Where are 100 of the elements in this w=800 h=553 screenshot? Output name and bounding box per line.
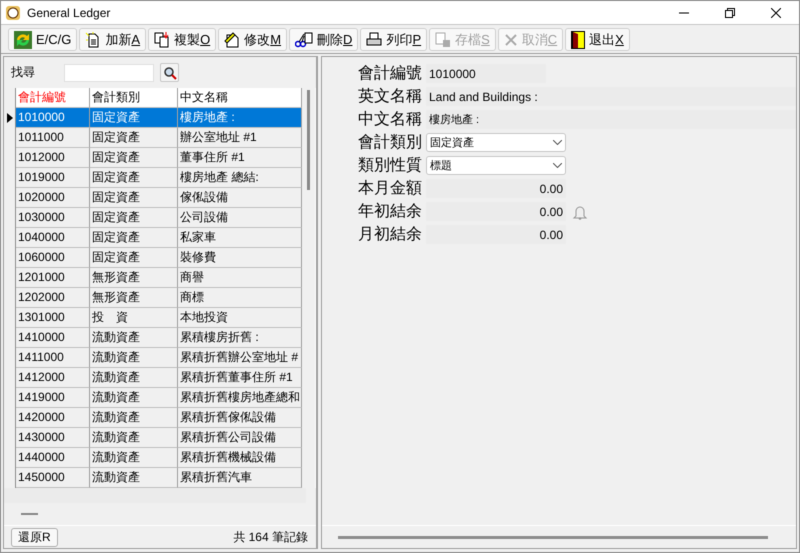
table-cell[interactable]: 固定資產	[90, 168, 178, 188]
new-document-icon	[85, 32, 102, 48]
field-label: 會計編號	[357, 64, 423, 84]
table-cell[interactable]: 固定資產	[90, 148, 178, 168]
table-cell[interactable]: 累積折舊汽車	[178, 468, 302, 488]
toolbar-button[interactable]: 修改M	[218, 28, 288, 51]
chevron-down-icon	[553, 163, 562, 168]
table-cell[interactable]: 1412000	[16, 368, 90, 388]
printer-icon	[366, 32, 382, 48]
code-field[interactable]: 1010000	[426, 64, 546, 83]
table-cell[interactable]: 本地投資	[178, 308, 302, 328]
table-cell[interactable]: 1420000	[16, 408, 90, 428]
table-cell[interactable]: 1440000	[16, 448, 90, 468]
amount-field[interactable]: 0.00	[426, 179, 566, 198]
horizontal-scrollbar[interactable]	[338, 536, 768, 538]
edit-document-icon	[224, 32, 240, 48]
table-cell[interactable]: 流動資產	[90, 468, 178, 488]
table-cell[interactable]: 投 資	[90, 308, 178, 328]
table-cell[interactable]: 私家車	[178, 228, 302, 248]
restore-button[interactable]: 還原R	[11, 528, 58, 546]
table-cell[interactable]: 無形資產	[90, 268, 178, 288]
table-cell[interactable]: 累積樓房折舊 :	[178, 328, 302, 348]
amount-field[interactable]: 0.00	[426, 225, 566, 244]
text-field[interactable]: Land and Buildings :	[426, 87, 796, 106]
table-cell[interactable]: 1450000	[16, 468, 90, 488]
close-icon	[771, 8, 781, 18]
table-cell[interactable]: 累積折舊機械設備	[178, 448, 302, 468]
table-cell[interactable]: 固定資產	[90, 128, 178, 148]
table-cell[interactable]: 樓房地產 總結:	[178, 168, 302, 188]
table-cell[interactable]: 1201000	[16, 268, 90, 288]
record-count: 共 164 筆記錄	[233, 528, 308, 546]
column-header[interactable]: 會計類別	[90, 88, 178, 108]
table-cell[interactable]: 流動資產	[90, 408, 178, 428]
text-field[interactable]: 樓房地產 :	[426, 110, 796, 129]
save-document-icon	[435, 32, 452, 48]
table-cell[interactable]: 累積折舊董事住所 #1	[178, 368, 302, 388]
table-cell[interactable]: 1301000	[16, 308, 90, 328]
table-cell[interactable]: 固定資產	[90, 108, 178, 128]
table-cell[interactable]: 1419000	[16, 388, 90, 408]
splitter-handle[interactable]	[21, 513, 38, 515]
table-cell[interactable]: 1011000	[16, 128, 90, 148]
table-cell[interactable]: 無形資產	[90, 288, 178, 308]
toolbar-button[interactable]: 加新A	[79, 28, 146, 51]
table-cell[interactable]: 固定資產	[90, 228, 178, 248]
table-cell[interactable]: 1060000	[16, 248, 90, 268]
table-cell[interactable]: 流動資產	[90, 448, 178, 468]
toolbar-button[interactable]: 複製O	[148, 28, 216, 51]
app-icon	[6, 6, 20, 20]
table-cell[interactable]: 固定資產	[90, 188, 178, 208]
search-field[interactable]	[64, 64, 154, 82]
toolbar-button[interactable]: 刪除D	[289, 28, 358, 51]
table-cell[interactable]: 1410000	[16, 328, 90, 348]
field-label: 英文名稱	[357, 86, 423, 107]
dropdown[interactable]: 標題	[426, 156, 566, 175]
table-cell[interactable]: 1012000	[16, 148, 90, 168]
toolbar-button[interactable]: 退出X	[565, 28, 630, 51]
toolbar-button[interactable]: 列印P	[360, 28, 428, 51]
search-button[interactable]	[160, 63, 179, 82]
table-cell[interactable]: 1019000	[16, 168, 90, 188]
copy-document-icon	[154, 32, 170, 48]
table-cell[interactable]: 固定資產	[90, 248, 178, 268]
table-cell[interactable]: 傢俬設備	[178, 188, 302, 208]
field-label: 中文名稱	[357, 110, 423, 130]
table-cell[interactable]: 樓房地產 :	[178, 108, 302, 128]
table-cell[interactable]: 公司設備	[178, 208, 302, 228]
restore-icon	[725, 8, 735, 18]
table-cell[interactable]: 固定資產	[90, 208, 178, 228]
bell-icon[interactable]	[572, 204, 588, 220]
chevron-down-icon	[553, 140, 562, 145]
amount-field[interactable]: 0.00	[426, 202, 566, 221]
table-cell[interactable]: 1430000	[16, 428, 90, 448]
table-cell[interactable]: 累積折舊傢俬設備	[178, 408, 302, 428]
table-cell[interactable]: 1030000	[16, 208, 90, 228]
table-cell[interactable]: 裝修費	[178, 248, 302, 268]
table-cell[interactable]: 商譽	[178, 268, 302, 288]
search-label: 找尋	[11, 64, 36, 81]
column-header[interactable]: 會計編號	[16, 88, 90, 108]
table-cell[interactable]: 流動資產	[90, 328, 178, 348]
table-cell[interactable]: 流動資產	[90, 388, 178, 408]
table-cell[interactable]: 商標	[178, 288, 302, 308]
table-cell[interactable]: 1010000	[16, 108, 90, 128]
table-cell[interactable]: 1020000	[16, 188, 90, 208]
table-cell[interactable]: 1202000	[16, 288, 90, 308]
table-cell[interactable]: 辦公室地址 #1	[178, 128, 302, 148]
table-cell[interactable]: 流動資產	[90, 348, 178, 368]
cancel-icon	[504, 32, 518, 46]
field-label: 月初結余	[357, 224, 423, 245]
table-cell[interactable]: 1411000	[16, 348, 90, 368]
table-cell[interactable]: 累積折舊辦公室地址 #	[178, 348, 302, 368]
toolbar-button[interactable]: E/C/G	[8, 28, 78, 51]
door-icon	[571, 30, 586, 48]
column-header[interactable]: 中文名稱	[178, 88, 302, 108]
scrollbar-thumb[interactable]	[307, 90, 310, 190]
table-cell[interactable]: 流動資產	[90, 368, 178, 388]
table-cell[interactable]: 流動資產	[90, 428, 178, 448]
table-cell[interactable]: 累積折舊樓房地產總和	[178, 388, 302, 408]
table-cell[interactable]: 董事住所 #1	[178, 148, 302, 168]
table-cell[interactable]: 累積折舊公司設備	[178, 428, 302, 448]
dropdown[interactable]: 固定資產	[426, 133, 566, 152]
table-cell[interactable]: 1040000	[16, 228, 90, 248]
